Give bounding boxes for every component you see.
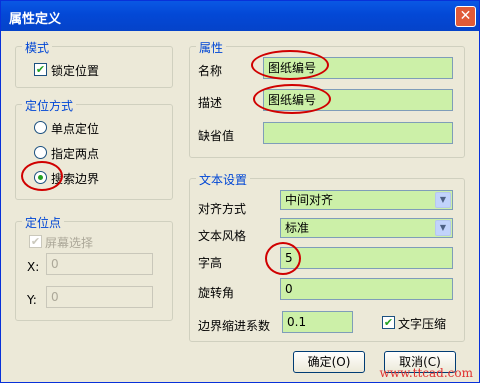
watermark: www.ttcad.com bbox=[379, 366, 473, 380]
boundary-shrink-label: 边界缩进系数 bbox=[198, 319, 271, 333]
alignment-value: 中间对齐 bbox=[285, 193, 334, 207]
y-label: Y: bbox=[27, 293, 37, 307]
mode-legend: 模式 bbox=[22, 39, 53, 56]
locate-point-legend: 定位点 bbox=[22, 214, 65, 231]
window-title: 属性定义 bbox=[9, 12, 62, 27]
chevron-down-icon[interactable]: ▼ bbox=[435, 220, 451, 236]
highlight-circle bbox=[251, 50, 329, 80]
rotation-label: 旋转角 bbox=[198, 286, 235, 300]
text-style-select[interactable]: 标准 ▼ bbox=[280, 218, 453, 238]
highlight-circle bbox=[253, 84, 331, 114]
text-style-label: 文本风格 bbox=[198, 229, 247, 243]
lock-position-checkbox[interactable]: ✔ bbox=[34, 63, 47, 76]
y-input[interactable]: 0 bbox=[46, 286, 153, 308]
boundary-shrink-input[interactable]: 0.1 bbox=[282, 311, 353, 333]
default-value-label: 缺省值 bbox=[198, 129, 235, 143]
x-input[interactable]: 0 bbox=[46, 253, 153, 275]
font-height-input[interactable]: 5 bbox=[280, 247, 453, 269]
lock-position-label: 锁定位置 bbox=[51, 64, 100, 78]
attribute-legend: 属性 bbox=[196, 39, 227, 56]
screen-select-label: 屏幕选择 bbox=[45, 236, 94, 250]
description-label: 描述 bbox=[198, 96, 223, 110]
x-label: X: bbox=[27, 260, 40, 274]
text-style-value: 标准 bbox=[285, 221, 310, 235]
single-point-radio[interactable] bbox=[34, 121, 47, 134]
rotation-input[interactable]: 0 bbox=[280, 278, 453, 300]
name-label: 名称 bbox=[198, 64, 223, 78]
default-value-input[interactable] bbox=[263, 122, 453, 144]
two-points-label: 指定两点 bbox=[51, 147, 100, 161]
two-points-radio[interactable] bbox=[34, 146, 47, 159]
highlight-circle bbox=[21, 161, 63, 191]
dialog-window: 属性定义 ✕ 模式 ✔ 锁定位置 定位方式 单点定位 指定两点 搜索边界 定位点… bbox=[0, 0, 480, 383]
text-compress-checkbox[interactable]: ✔ bbox=[382, 316, 395, 329]
text-settings-legend: 文本设置 bbox=[196, 171, 251, 188]
font-height-label: 字高 bbox=[198, 256, 223, 270]
ok-button[interactable]: 确定(O) bbox=[293, 351, 365, 373]
highlight-circle bbox=[265, 242, 301, 275]
text-compress-label: 文字压缩 bbox=[398, 317, 447, 331]
title-bar: 属性定义 ✕ bbox=[1, 1, 479, 31]
alignment-label: 对齐方式 bbox=[198, 202, 247, 216]
position-method-legend: 定位方式 bbox=[22, 97, 77, 114]
close-icon[interactable]: ✕ bbox=[455, 6, 476, 27]
chevron-down-icon[interactable]: ▼ bbox=[435, 192, 451, 208]
screen-select-checkbox[interactable]: ✔ bbox=[29, 235, 42, 248]
single-point-label: 单点定位 bbox=[51, 122, 100, 136]
alignment-select[interactable]: 中间对齐 ▼ bbox=[280, 190, 453, 210]
